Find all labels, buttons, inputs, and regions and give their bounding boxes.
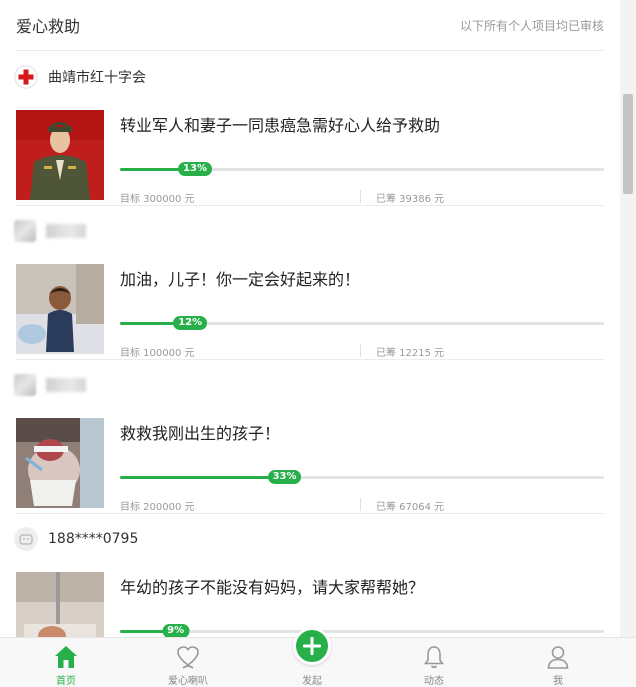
progress-bar: 12% <box>120 316 604 330</box>
plus-icon <box>296 630 328 662</box>
progress-fill <box>120 168 183 171</box>
project-title: 年幼的孩子不能没有妈妈，请大家帮帮她？ <box>120 578 425 597</box>
org-name: 188****0795 <box>48 531 139 547</box>
tab-label: 首页 <box>56 676 76 687</box>
default-avatar-icon <box>14 527 38 551</box>
list-item[interactable]: 加油，儿子！你一定会好起来的！ 12% 目标 100000 元 已筹 12215… <box>0 218 620 372</box>
progress-badge: 9% <box>162 624 190 637</box>
org-name: 曲靖市红十字会 <box>48 70 146 86</box>
progress-fill <box>120 630 164 633</box>
project-image <box>16 264 104 354</box>
item-divider <box>16 205 604 206</box>
list-item[interactable]: 救救我刚出生的孩子！ 33% 目标 200000 元 已筹 67064 元 <box>0 372 620 526</box>
org-row <box>14 372 86 398</box>
progress-badge: 12% <box>173 316 208 330</box>
charity-list-page: 爱心救助 以下所有个人项目均已审核 曲靖市红十字会 转业军人和妻子一同患癌急需好… <box>0 0 620 637</box>
progress-fill <box>120 476 280 479</box>
tab-label: 我 <box>553 676 563 687</box>
project-title: 转业军人和妻子一同患癌急需好心人给予救助 <box>120 116 441 135</box>
user-icon <box>546 644 570 670</box>
progress-bar: 9% <box>120 624 604 637</box>
stats-separator <box>360 190 361 203</box>
raised-amount: 已筹 39386 元 <box>376 194 445 205</box>
progress-badge: 13% <box>178 162 212 176</box>
goal-amount: 目标 200000 元 <box>120 502 195 513</box>
org-row <box>14 218 86 244</box>
raised-amount: 已筹 12215 元 <box>376 348 445 359</box>
stats-separator <box>360 344 361 357</box>
heart-icon <box>176 644 200 670</box>
home-icon <box>54 644 78 670</box>
scroll-thumb[interactable] <box>623 94 633 194</box>
tab-activity[interactable]: 动态 <box>384 638 484 687</box>
org-row: 188****0795 <box>14 526 138 552</box>
org-name <box>46 378 86 392</box>
project-image <box>16 110 104 200</box>
page-title: 爱心救助 <box>16 17 81 36</box>
list-item[interactable]: 188****0795 年幼的孩子不能没有妈妈，请大家帮帮她？ 9% <box>0 526 620 637</box>
funding-stats: 目标 100000 元 已筹 12215 元 <box>120 344 604 359</box>
goal-amount: 目标 300000 元 <box>120 194 195 205</box>
tab-love-horn[interactable]: 爱心喇叭 <box>138 638 238 687</box>
progress-bar: 33% <box>120 470 604 484</box>
user-avatar <box>14 220 36 242</box>
bell-icon <box>422 644 446 670</box>
tab-label: 发起 <box>302 676 322 687</box>
tab-home[interactable]: 首页 <box>16 638 116 687</box>
header-divider <box>16 50 604 51</box>
tab-label: 动态 <box>424 676 444 687</box>
progress-badge: 33% <box>267 470 302 484</box>
funding-stats: 目标 300000 元 已筹 39386 元 <box>120 190 604 205</box>
project-title: 加油，儿子！你一定会好起来的！ <box>120 270 361 289</box>
funding-stats: 目标 200000 元 已筹 67064 元 <box>120 498 604 513</box>
stats-separator <box>360 498 361 511</box>
goal-amount: 目标 100000 元 <box>120 348 195 359</box>
progress-bar: 13% <box>120 162 604 176</box>
org-name <box>46 224 86 238</box>
tab-label: 爱心喇叭 <box>168 676 208 687</box>
org-row: 曲靖市红十字会 <box>14 64 146 90</box>
item-divider <box>16 359 604 360</box>
tab-me[interactable]: 我 <box>508 638 608 687</box>
review-note: 以下所有个人项目均已审核 <box>459 19 604 33</box>
launch-button[interactable] <box>293 627 331 665</box>
project-image <box>16 418 104 508</box>
scrollbar[interactable] <box>620 0 636 637</box>
item-divider <box>16 513 604 514</box>
project-title: 救救我刚出生的孩子！ <box>120 424 281 443</box>
project-image <box>16 572 104 637</box>
raised-amount: 已筹 67064 元 <box>376 502 445 513</box>
page-header: 爱心救助 以下所有个人项目均已审核 <box>0 0 620 51</box>
user-avatar <box>14 374 36 396</box>
red-cross-icon <box>14 65 38 89</box>
progress-fill <box>120 322 179 325</box>
list-item[interactable]: 曲靖市红十字会 转业军人和妻子一同患癌急需好心人给予救助 13% 目标 3000… <box>0 64 620 218</box>
